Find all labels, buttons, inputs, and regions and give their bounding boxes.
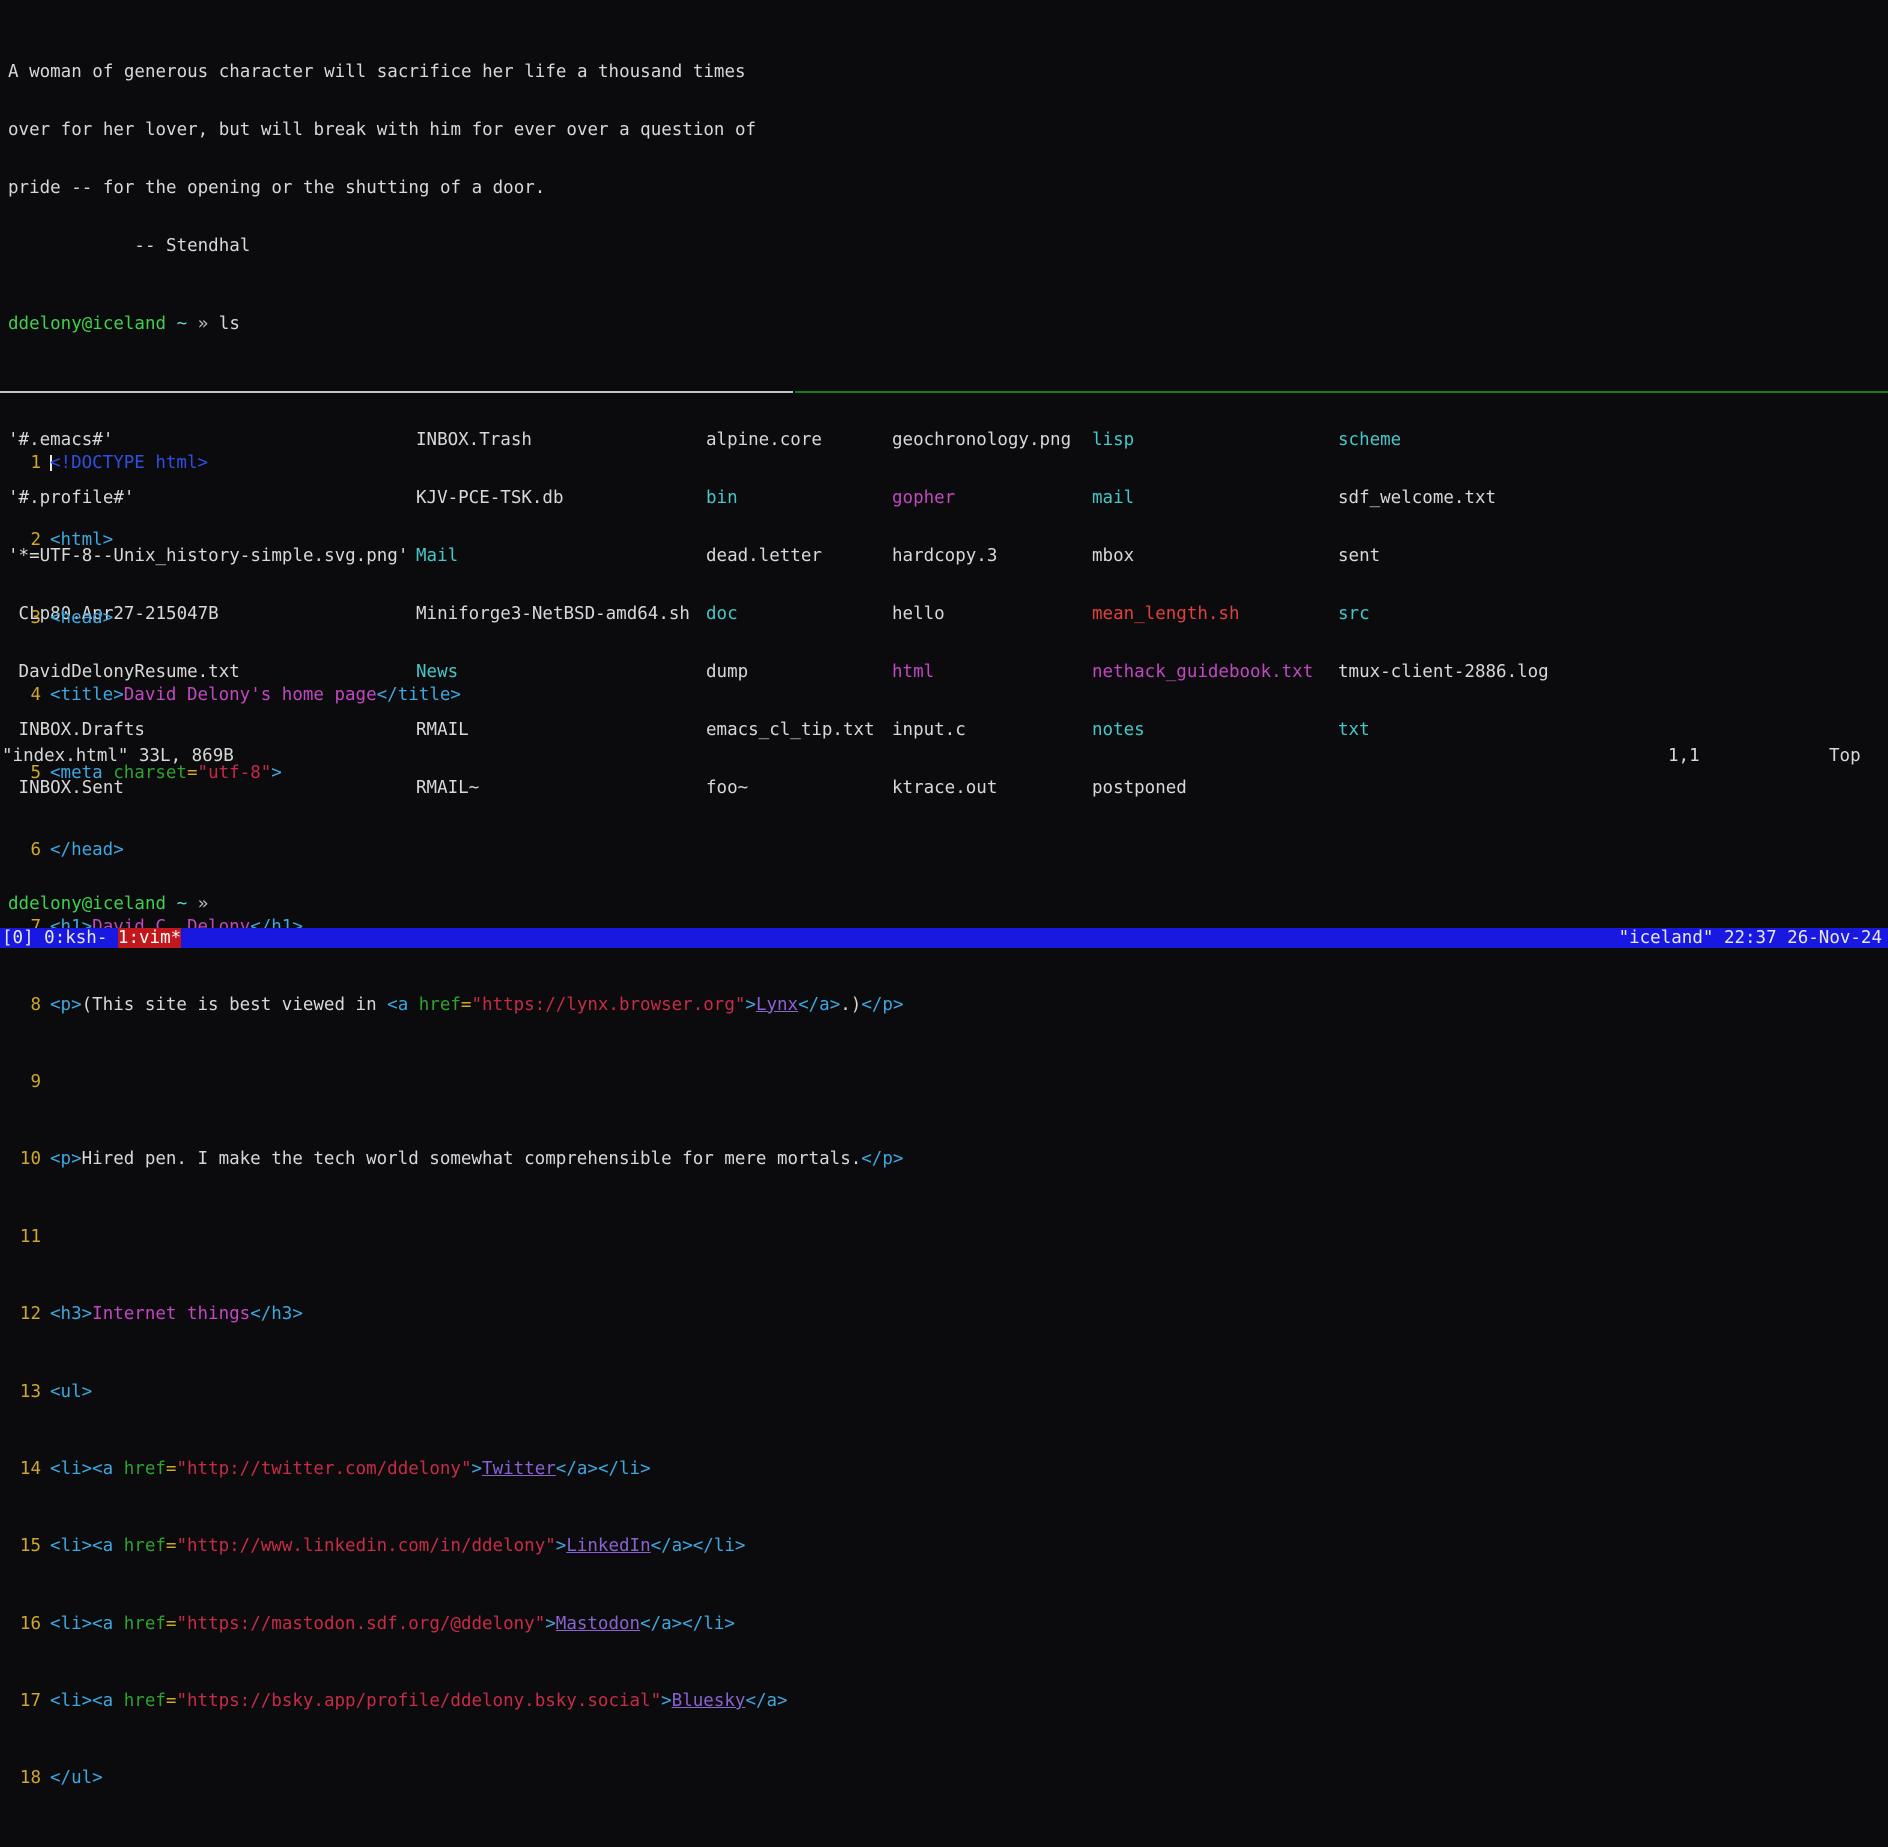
line-number: 9 (30, 1072, 41, 1093)
line-number: 18 (19, 1768, 41, 1789)
vim-line-6: 6 </head> (0, 839, 1888, 860)
vim-line-5: 5 <meta charset="utf-8"> (0, 763, 1888, 783)
line-number: 12 (19, 1304, 41, 1325)
shell-prompt-line-1: ddelony@iceland ~ » ls (8, 313, 1888, 334)
vim-line-11: 11 (0, 1226, 1888, 1247)
pane-divider[interactable] (0, 391, 1888, 393)
vim-line-16: 16 <li><a href="https://mastodon.sdf.org/… (0, 1613, 1888, 1634)
line-number: 13 (19, 1381, 41, 1402)
vim-line-9: 9 (0, 1072, 1888, 1093)
vim-cursor-position: 1,1 (1668, 746, 1700, 766)
terminal-window: A woman of generous character will sacri… (0, 0, 1888, 1788)
vim-scroll-position: Top (1829, 746, 1861, 766)
vim-line-2: 2 <html> (0, 530, 1888, 551)
vim-file-message: "index.html" 33L, 869B (2, 746, 234, 766)
fortune-text-1: A woman of generous character will sacri… (8, 62, 746, 83)
prompt-command: ls (218, 313, 240, 334)
vim-line-13: 13 <ul> (0, 1381, 1888, 1402)
fortune-line-2: over for her lover, but will break with … (8, 120, 1888, 141)
fortune-line-3: pride -- for the opening or the shutting… (8, 178, 1888, 199)
vim-line-3: 3 <head> (0, 607, 1888, 628)
tmux-hostname: "iceland" (1618, 928, 1714, 948)
tmux-session-label: [0] (2, 928, 34, 948)
fortune-line-1: A woman of generous character will sacri… (8, 62, 1888, 83)
terminal-bottom-filler (0, 948, 1888, 966)
vim-line-8: 8 <p>(This site is best viewed in <a href… (0, 995, 1888, 1015)
line-number: 10 (19, 1149, 41, 1170)
vim-line-1: 1 <!DOCTYPE html> (0, 453, 1888, 474)
line-number: 16 (19, 1613, 41, 1634)
tmux-date: 26-Nov-24 (1787, 928, 1882, 948)
line-number: 17 (19, 1691, 41, 1712)
vim-line-10: 10 <p>Hired pen. I make the tech world so… (0, 1149, 1888, 1170)
pane-divider-inactive-segment (0, 391, 793, 393)
line-number: 14 (19, 1458, 41, 1479)
tmux-window-vim[interactable]: 1:vim* (117, 928, 182, 948)
tmux-clock: 22:37 (1723, 928, 1777, 948)
fortune-attribution: -- Stendhal (8, 236, 1888, 257)
tmux-status-right: "iceland" 22:37 26-Nov-24 (1619, 928, 1882, 948)
tmux-status-left: [0] 0:ksh- 1:vim* (2, 928, 182, 948)
vim-line-14: 14 <li><a href="http://twitter.com/ddelon… (0, 1458, 1888, 1479)
fortune-attribution-text: -- Stendhal (8, 236, 251, 257)
vim-line-17: 17 <li><a href="https://bsky.app/profile/… (0, 1691, 1888, 1712)
vim-line-15: 15 <li><a href="http://www.linkedin.com/i… (0, 1536, 1888, 1557)
pane-divider-active-segment (795, 391, 1888, 393)
line-number: 2 (30, 530, 41, 551)
vim-line-4: 4 <title>David Delony's home page</title> (0, 685, 1888, 706)
line-number: 1 (30, 453, 41, 474)
vim-pane[interactable]: 1 <!DOCTYPE html> 2 <html> 3 <head> 4 <title… (0, 396, 1888, 1788)
fortune-text-2: over for her lover, but will break with … (8, 120, 757, 141)
prompt-cwd: ~ (176, 313, 188, 334)
line-number: 3 (30, 607, 41, 628)
line-number: 11 (19, 1226, 41, 1247)
tmux-window-ksh[interactable]: 0:ksh- (44, 928, 107, 948)
prompt-symbol: » (197, 313, 209, 334)
vim-line-18: 18 </ul> (0, 1768, 1888, 1789)
vim-line-12: 12 <h3>Internet things</h3> (0, 1304, 1888, 1325)
prompt-userhost: ddelony@iceland (8, 313, 167, 334)
tmux-status-bar[interactable]: [0] 0:ksh- 1:vim* "iceland" 22:37 26-Nov… (0, 928, 1888, 948)
vim-status-row: "index.html" 33L, 869B 1,1 Top (0, 746, 1888, 766)
line-number: 6 (30, 839, 41, 860)
line-number: 15 (19, 1536, 41, 1557)
line-number: 4 (30, 685, 41, 706)
fortune-text-3: pride -- for the opening or the shutting… (8, 178, 546, 199)
